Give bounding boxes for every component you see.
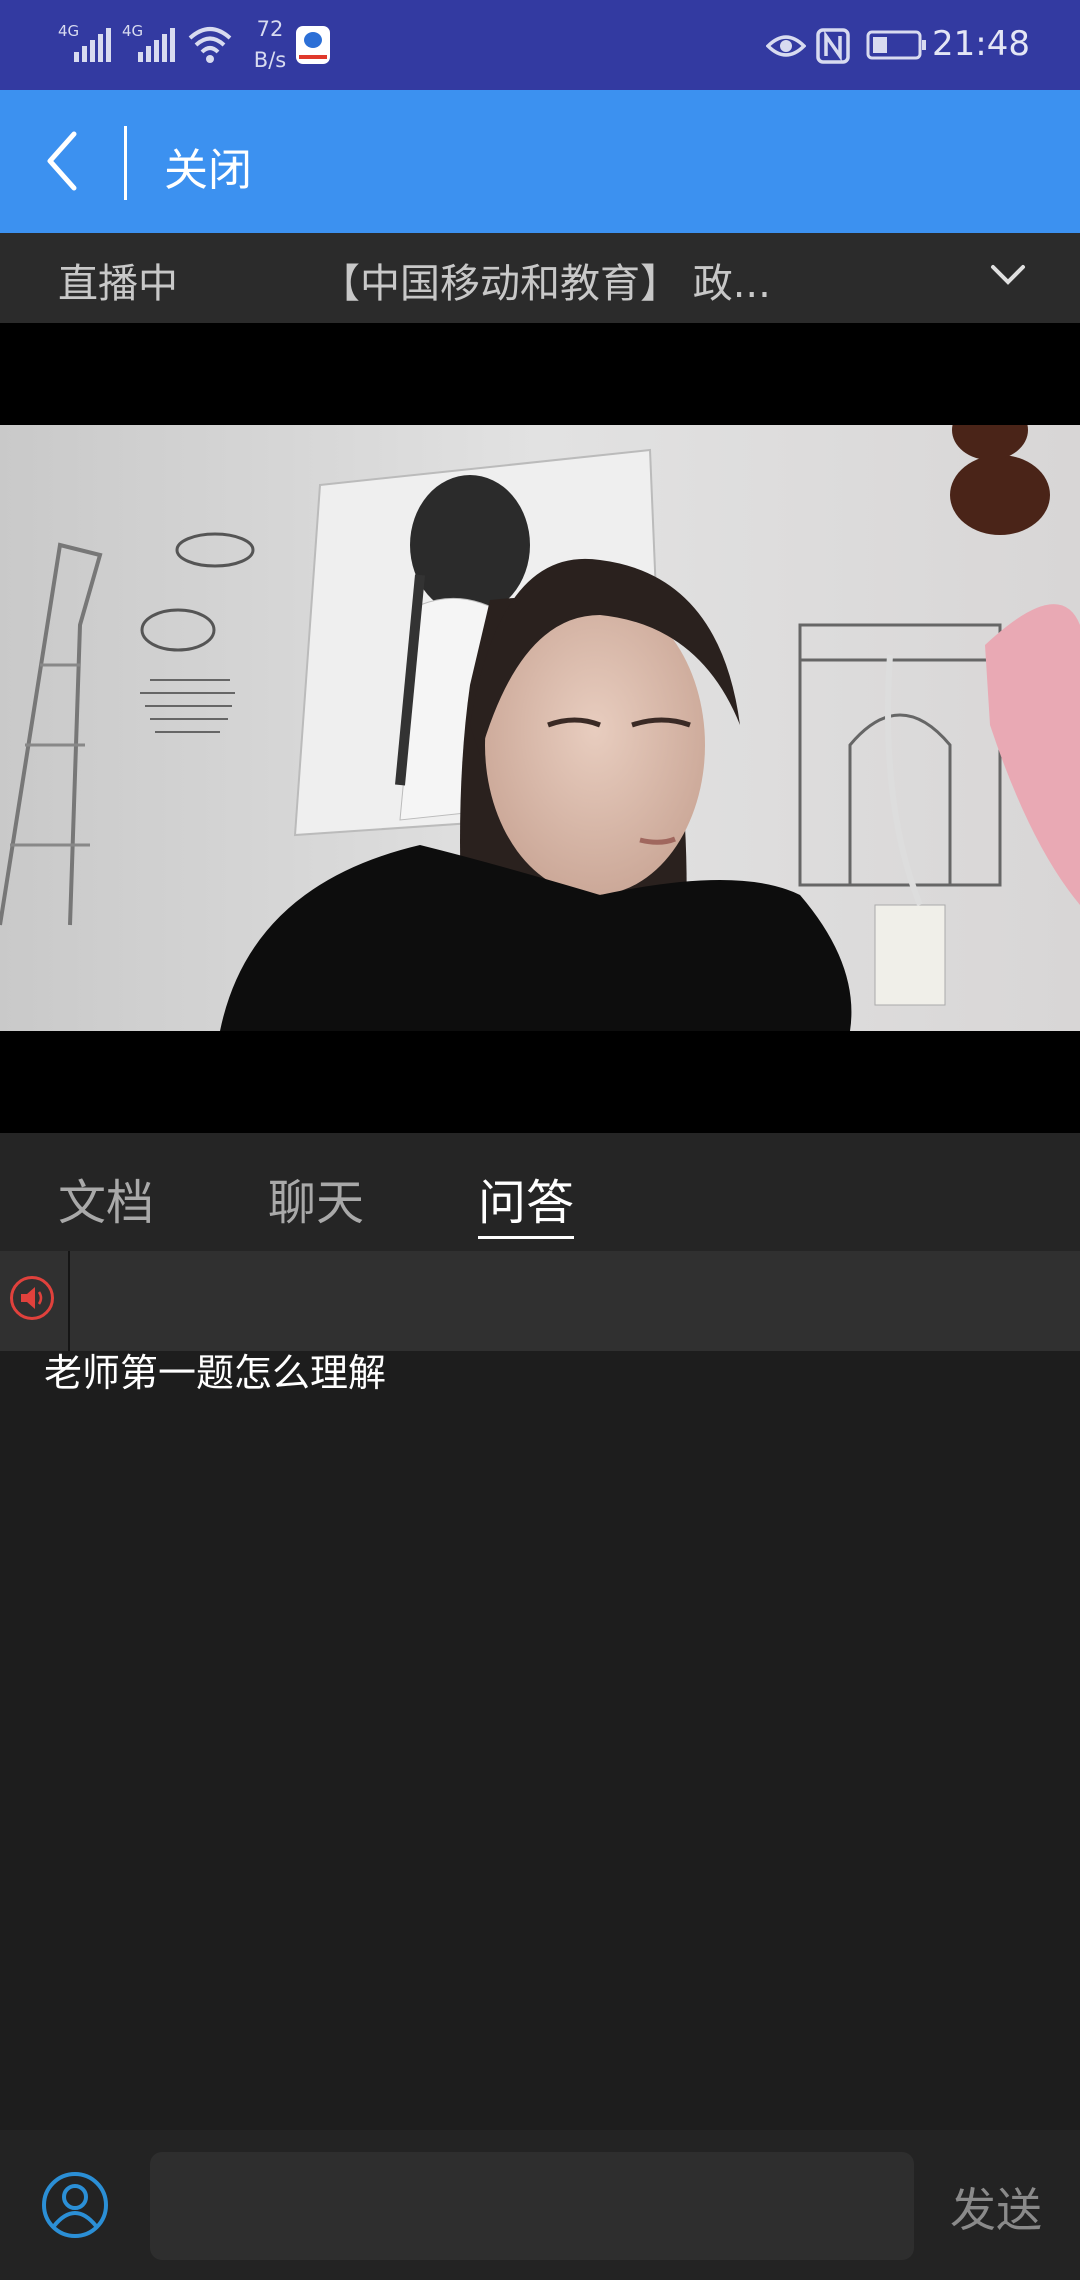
signal-strength-2: 4G	[122, 22, 178, 64]
bottom-input-bar: 发送	[0, 2130, 1080, 2280]
signal-icon	[138, 28, 175, 62]
message-input[interactable]	[150, 2152, 914, 2260]
wifi-icon	[188, 27, 232, 63]
net-speed-value: 72	[256, 17, 284, 41]
user-avatar-icon[interactable]	[40, 2170, 110, 2240]
tab-chat[interactable]: 聊天	[268, 1163, 364, 1233]
live-info-bar[interactable]: 直播中 【中国移动和教育】 政...	[0, 233, 1080, 323]
tab-document[interactable]: 文档	[58, 1163, 154, 1233]
live-status: 直播中	[58, 261, 178, 307]
baidu-app-icon	[296, 26, 330, 64]
question-item: 老师第一题怎么理解	[44, 1351, 387, 1395]
app-header: 关闭	[0, 90, 1080, 233]
live-video-image	[0, 425, 1080, 1031]
tab-bar: 文档 聊天 问答	[0, 1133, 1080, 1251]
battery-icon	[866, 30, 926, 60]
net-speed: 72 B/s	[240, 14, 300, 76]
clock: 21:48	[932, 24, 1030, 64]
live-title: 【中国移动和教育】 政...	[320, 261, 771, 307]
signal-icon	[74, 28, 111, 62]
eye-icon	[766, 35, 806, 57]
send-button[interactable]: 发送	[950, 2174, 1042, 2240]
signal-strength-1: 4G	[58, 22, 114, 64]
nfc-icon	[816, 28, 850, 64]
tab-qa[interactable]: 问答	[478, 1163, 575, 1239]
speaker-icon	[10, 1276, 54, 1320]
back-arrow-icon[interactable]	[40, 128, 90, 194]
net-speed-unit: B/s	[253, 48, 287, 72]
close-button[interactable]: 关闭	[164, 134, 252, 198]
announcement-bar	[0, 1251, 1080, 1351]
chevron-down-icon[interactable]	[990, 263, 1026, 287]
notice-divider	[68, 1251, 70, 1351]
video-frame	[0, 425, 1080, 1031]
header-divider	[124, 126, 127, 200]
status-bar: 4G 4G 72 B/s 21:48	[0, 0, 1080, 90]
video-player[interactable]	[0, 323, 1080, 1133]
